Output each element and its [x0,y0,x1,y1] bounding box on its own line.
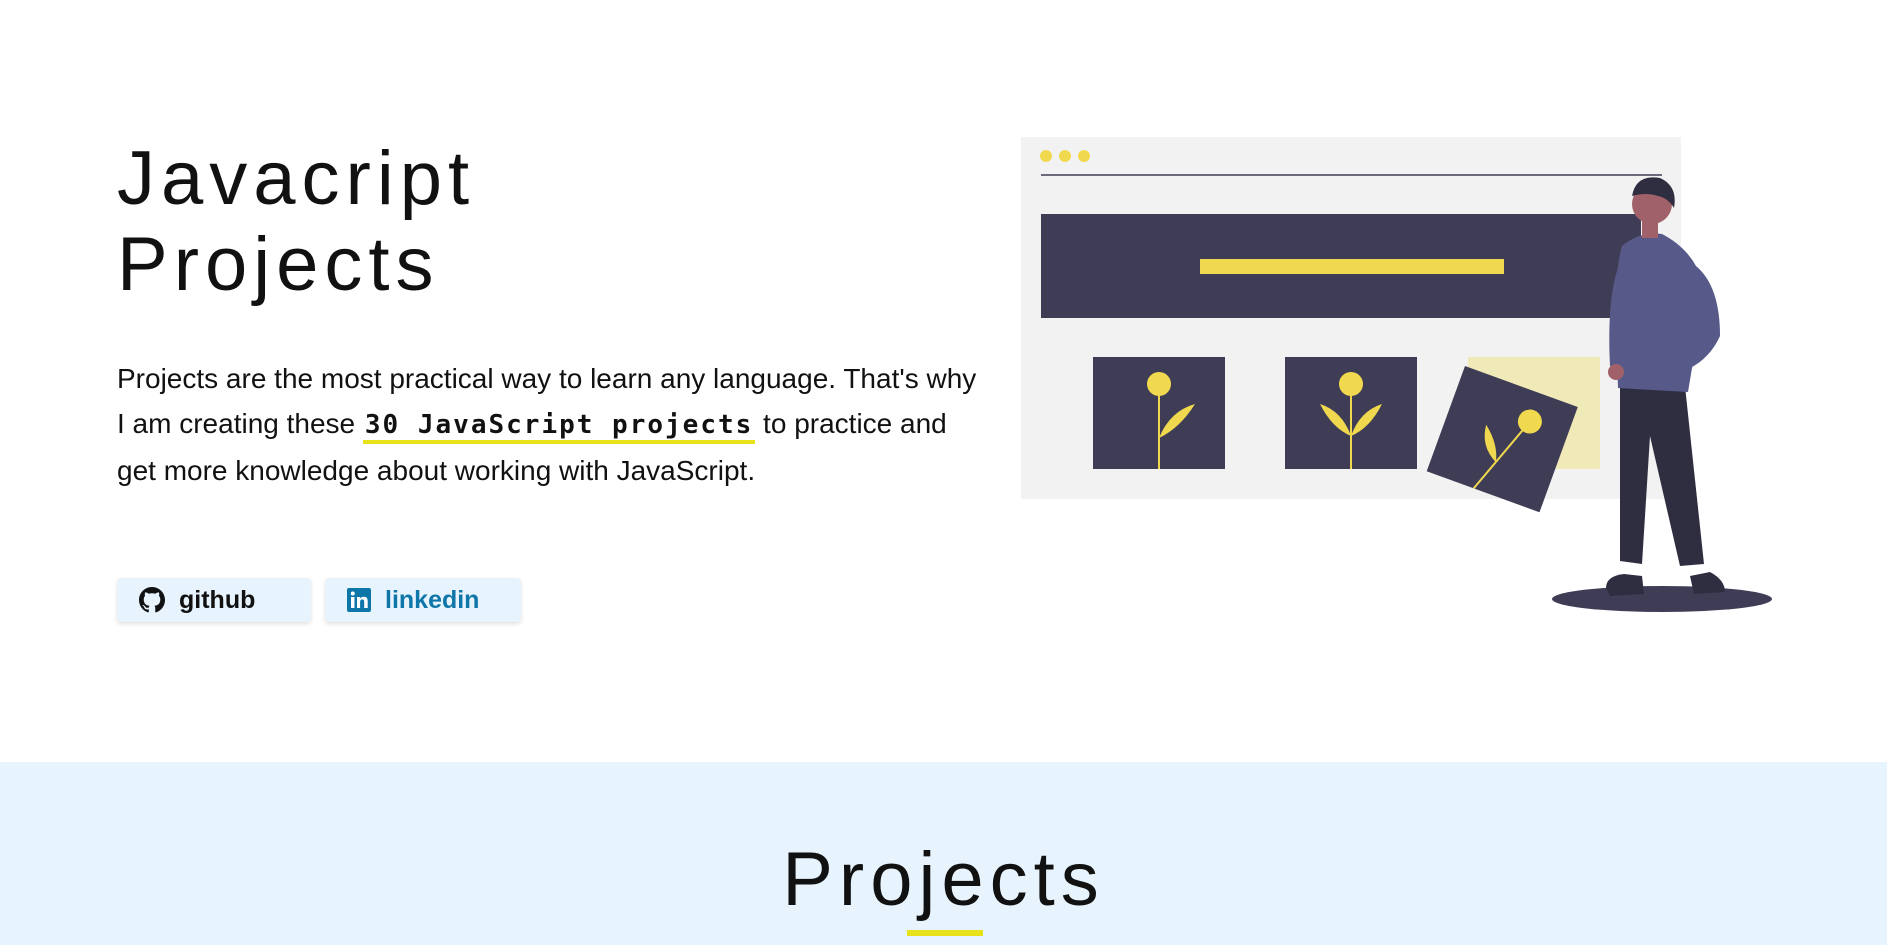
window-dot [1059,150,1071,162]
hero-description: Projects are the most practical way to l… [117,356,977,493]
website-builder-illustration [1021,137,1772,612]
hero-section: Javacript Projects Projects are the most… [0,0,1887,762]
page-title: Javacript Projects [117,136,977,308]
window-dot [1040,150,1052,162]
github-label: github [179,585,256,614]
title-line-1: Javacript [117,136,476,221]
hero-text: Javacript Projects Projects are the most… [117,136,977,493]
social-links: github linkedin [117,578,521,622]
projects-heading: Projects [782,837,1105,922]
projects-heading-underline [907,930,983,936]
github-icon [139,587,165,613]
flower-card [1093,357,1225,469]
window-dot [1078,150,1090,162]
flower-card [1285,357,1417,469]
highlight-text: 30 JavaScript projects [362,410,756,444]
linkedin-button[interactable]: linkedin [325,578,521,622]
banner-bar [1200,259,1504,274]
linkedin-label: linkedin [385,585,480,614]
title-line-2: Projects [117,222,440,307]
github-button[interactable]: github [117,578,311,622]
linkedin-icon [347,588,371,612]
